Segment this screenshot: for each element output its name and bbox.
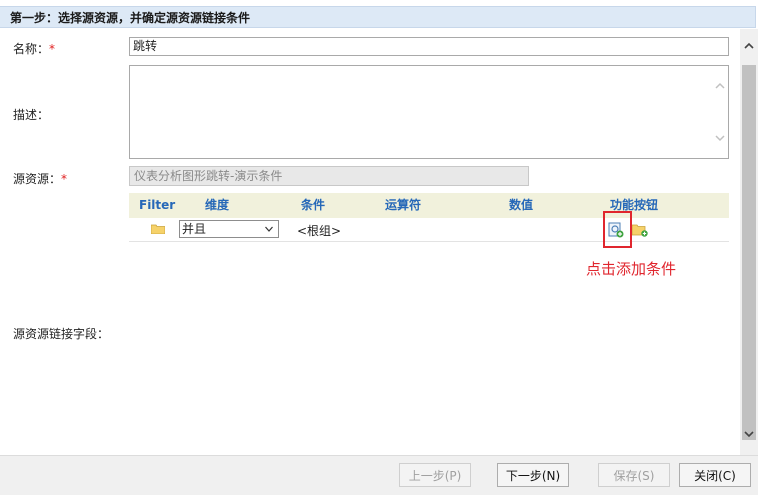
root-group-label: <根组>	[297, 224, 342, 238]
chevron-down-icon[interactable]	[714, 132, 726, 144]
chevron-down-icon	[265, 226, 273, 232]
annotation-text: 点击添加条件	[586, 260, 677, 278]
highlight-box	[603, 211, 632, 248]
table-row: 并且 <根组>	[129, 218, 729, 242]
required-mark: *	[61, 172, 68, 186]
column-header-condition: 条件	[301, 198, 326, 212]
required-mark: *	[49, 42, 56, 56]
column-header-operator: 运算符	[385, 198, 422, 212]
chevron-down-icon[interactable]	[740, 427, 758, 445]
source-label-text: 源资源：	[13, 172, 62, 186]
name-label: 名称：*	[13, 40, 55, 57]
description-label: 描述：	[13, 108, 50, 122]
column-header-dimension: 维度	[205, 198, 230, 212]
page-scrollbar[interactable]	[740, 29, 758, 455]
scrollbar-thumb[interactable]	[742, 65, 756, 440]
condition-grid: Filter 维度 条件 运算符 数值 功能按钮 并且 <根组>	[129, 193, 729, 428]
add-group-icon[interactable]	[632, 223, 648, 237]
save-button[interactable]: 保存(S)	[598, 463, 670, 487]
name-label-text: 名称：	[13, 42, 50, 56]
next-button[interactable]: 下一步(N)	[497, 463, 569, 487]
step-title: 第一步：选择源资源，并确定源资源链接条件	[0, 6, 756, 28]
grid-header: Filter 维度 条件 运算符 数值 功能按钮	[129, 193, 729, 218]
source-label: 源资源：*	[13, 170, 67, 187]
column-header-filter: Filter	[139, 198, 176, 212]
description-textarea[interactable]	[129, 65, 729, 159]
footer-bar: 上一步(P) 下一步(N) 保存(S) 关闭(C)	[0, 455, 758, 495]
close-button[interactable]: 关闭(C)	[679, 463, 751, 487]
logic-select-value: 并且	[182, 222, 207, 236]
prev-button[interactable]: 上一步(P)	[399, 463, 471, 487]
textarea-scrollbar[interactable]	[712, 68, 726, 156]
column-header-value: 数值	[509, 198, 534, 212]
source-input: 仪表分析图形跳转-演示条件	[129, 166, 529, 186]
link-field-label: 源资源链接字段：	[13, 327, 110, 341]
folder-icon	[151, 224, 165, 234]
logic-select[interactable]: 并且	[179, 220, 279, 238]
name-input[interactable]: 跳转	[129, 37, 729, 56]
chevron-up-icon[interactable]	[740, 39, 758, 57]
chevron-up-icon[interactable]	[714, 80, 726, 92]
